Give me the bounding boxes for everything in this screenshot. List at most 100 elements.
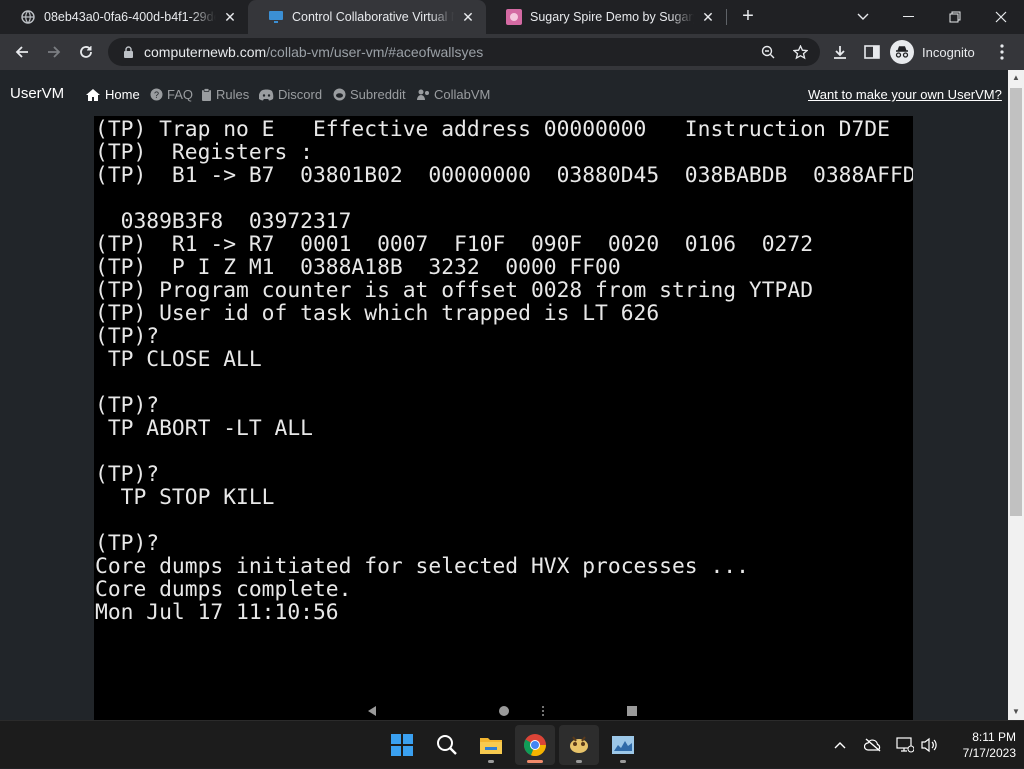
new-tab-button[interactable]: +	[737, 6, 759, 28]
lock-icon[interactable]	[120, 45, 136, 59]
terminal-line: (TP) P I Z M1 0388A18B 3232 0000 FF00	[95, 255, 621, 280]
browser-toolbar: computernewb.com/collab-vm/user-vm/#aceo…	[0, 34, 1024, 70]
terminal-line: (TP) Program counter is at offset 0028 f…	[95, 278, 814, 303]
nav-collabvm[interactable]: CollabVM	[417, 87, 490, 102]
nav-label: Home	[105, 87, 140, 102]
svg-text:?: ?	[154, 90, 159, 100]
terminal-line: (TP) User id of task which trapped is LT…	[95, 301, 660, 326]
monitor-icon	[268, 9, 284, 25]
terminal-line: (TP)?	[95, 531, 160, 556]
tab-1[interactable]: Control Collaborative Virtual Mac ✕	[248, 0, 486, 34]
cloud-offline-icon[interactable]	[862, 721, 884, 769]
android-more-icon[interactable]	[541, 704, 545, 720]
site-brand[interactable]: UserVM	[10, 85, 64, 102]
running-indicator	[620, 760, 626, 763]
network-icon[interactable]	[894, 721, 916, 769]
page-scrollbar[interactable]: ▲ ▼	[1008, 70, 1024, 720]
chevron-down-icon[interactable]	[840, 0, 886, 34]
file-explorer-icon[interactable]	[471, 725, 511, 765]
active-indicator	[527, 760, 543, 763]
globe-icon	[20, 9, 36, 25]
forward-button[interactable]	[40, 38, 68, 66]
back-button[interactable]	[8, 38, 36, 66]
app-icon[interactable]	[559, 725, 599, 765]
search-icon[interactable]	[427, 725, 467, 765]
tab-2[interactable]: Sugary Spire Demo by Sugary Sp ✕	[486, 0, 726, 34]
terminal-output: (TP) Trap no E Effective address 0000000…	[95, 118, 913, 624]
reload-button[interactable]	[72, 38, 100, 66]
terminal-line: (TP)?	[95, 462, 160, 487]
menu-kebab-icon[interactable]	[988, 38, 1016, 66]
nav-label: Rules	[216, 87, 250, 102]
url-text: computernewb.com/collab-vm/user-vm/#aceo…	[144, 44, 483, 60]
tab-title: Control Collaborative Virtual Mac	[292, 10, 454, 24]
reddit-icon	[333, 88, 346, 101]
nav-home[interactable]: Home	[85, 87, 140, 102]
vm-android-nav	[94, 700, 913, 720]
terminal-line: 0389B3F8 03972317	[95, 209, 352, 234]
tab-strip: 08eb43a0-0fa6-400d-b4f1-29de5 ✕ Control …	[0, 0, 1024, 34]
taskbar: 8:11 PM 7/17/2023	[0, 720, 1024, 768]
tab-close-icon[interactable]: ✕	[700, 9, 716, 25]
running-indicator	[488, 760, 494, 763]
terminal-line: Mon Jul 17 11:10:56	[95, 600, 339, 625]
scroll-up-icon[interactable]: ▲	[1008, 70, 1024, 86]
nav-label: Discord	[278, 87, 323, 102]
tab-close-icon[interactable]: ✕	[460, 9, 476, 25]
system-clock[interactable]: 8:11 PM 7/17/2023	[946, 729, 1016, 761]
clock-date: 7/17/2023	[962, 746, 1016, 760]
terminal-line: TP ABORT -LT ALL	[95, 416, 313, 441]
nav-label: CollabVM	[434, 87, 491, 102]
vm-display[interactable]: (TP) Trap no E Effective address 0000000…	[94, 116, 913, 720]
rules-icon	[201, 87, 212, 102]
tab-0[interactable]: 08eb43a0-0fa6-400d-b4f1-29de5 ✕	[0, 0, 248, 34]
incognito-icon	[890, 40, 914, 64]
address-bar[interactable]: computernewb.com/collab-vm/user-vm/#aceo…	[108, 38, 820, 66]
terminal-line: Core dumps complete.	[95, 577, 352, 602]
terminal-line: (TP)?	[95, 393, 160, 418]
nav-subreddit[interactable]: Subreddit	[333, 87, 406, 102]
restore-icon[interactable]	[932, 0, 978, 34]
tab-separator	[726, 9, 727, 25]
android-home-icon[interactable]	[498, 704, 510, 720]
incognito-indicator[interactable]: Incognito	[890, 38, 975, 66]
nav-discord[interactable]: Discord	[259, 87, 322, 102]
clock-time: 8:11 PM	[972, 730, 1016, 744]
tab-title: Sugary Spire Demo by Sugary Sp	[530, 10, 694, 24]
incognito-label: Incognito	[922, 44, 975, 60]
windows-start-icon[interactable]	[382, 725, 422, 765]
nav-faq[interactable]: ? FAQ	[150, 87, 193, 102]
home-icon	[85, 88, 101, 102]
nav-rules[interactable]: Rules	[201, 87, 249, 102]
volume-icon[interactable]	[918, 721, 940, 769]
nav-label: Subreddit	[350, 87, 406, 102]
sugary-spire-icon	[506, 9, 522, 25]
zoom-icon[interactable]	[760, 44, 776, 60]
side-panel-icon[interactable]	[858, 38, 886, 66]
download-icon[interactable]	[826, 38, 854, 66]
tab-title: 08eb43a0-0fa6-400d-b4f1-29de5	[44, 10, 216, 24]
scroll-down-icon[interactable]: ▼	[1008, 704, 1024, 720]
terminal-line: (TP) Trap no E Effective address 0000000…	[95, 117, 890, 142]
monitor-app-icon[interactable]	[603, 725, 643, 765]
site-navbar: UserVM Home ? FAQ Rules Discord Subreddi…	[0, 70, 1008, 116]
tab-close-icon[interactable]: ✕	[222, 9, 238, 25]
bookmark-star-icon[interactable]	[792, 44, 808, 60]
collabvm-icon	[417, 88, 430, 101]
android-recents-icon[interactable]	[626, 704, 638, 720]
scroll-thumb[interactable]	[1010, 88, 1022, 516]
nav-label: FAQ	[167, 87, 194, 102]
chrome-icon[interactable]	[515, 725, 555, 765]
minimize-icon[interactable]	[886, 0, 932, 34]
own-uservm-link[interactable]: Want to make your own UserVM?	[808, 87, 1002, 102]
chevron-up-icon[interactable]	[830, 721, 850, 769]
url-host: computernewb.com	[144, 44, 267, 60]
close-icon[interactable]	[978, 0, 1024, 34]
android-back-icon[interactable]	[366, 704, 378, 720]
discord-icon	[259, 89, 274, 101]
terminal-line: TP STOP KILL	[95, 485, 275, 510]
terminal-line: (TP) R1 -> R7 0001 0007 F10F 090F 0020 0…	[95, 232, 814, 257]
